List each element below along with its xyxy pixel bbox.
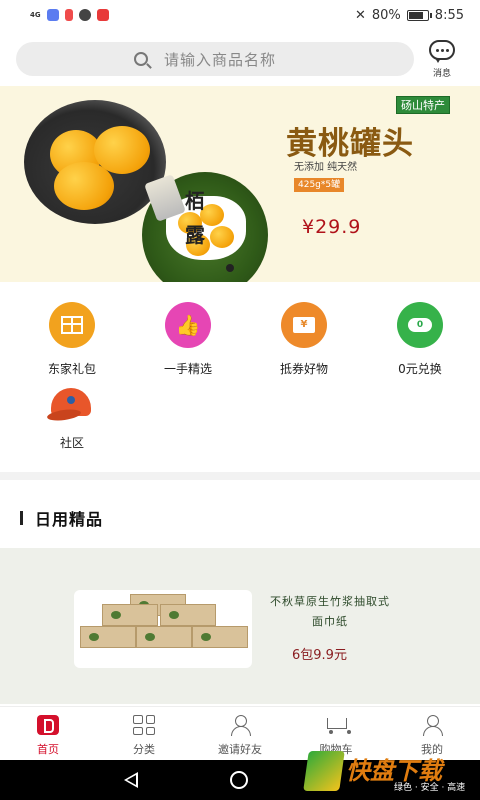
zero-yuan-icon: 0 <box>397 302 443 348</box>
header: 请输入商品名称 消息 <box>0 38 480 84</box>
product-price: 6包9.9元 <box>292 648 347 663</box>
quick-item-label: 东家礼包 <box>47 362 96 376</box>
status-right: ✕ 80% 8:55 <box>355 8 464 23</box>
tab-home[interactable]: 首页 <box>0 707 96 760</box>
cloud-icon <box>78 9 91 21</box>
category-icon <box>133 715 155 735</box>
back-icon[interactable] <box>124 772 138 788</box>
cap-icon <box>46 386 97 423</box>
battery-fill <box>408 11 423 19</box>
origin-tag: 砀山特产 <box>396 96 450 114</box>
gift-icon <box>49 302 95 348</box>
carousel-indicator <box>226 264 234 272</box>
battery-icon <box>406 9 432 21</box>
home-circle-icon[interactable] <box>230 771 248 789</box>
tab-label: 首页 <box>37 743 59 756</box>
quick-item-label: 一手精选 <box>163 362 212 376</box>
network-indicator: 4G <box>30 10 41 19</box>
product-image <box>74 590 252 668</box>
section-header: 日用精品 <box>0 498 480 538</box>
chat-bubble-icon <box>429 40 455 63</box>
section-marker <box>20 511 23 525</box>
banner-price: ¥29.9 <box>302 216 362 238</box>
cart-icon <box>324 715 351 735</box>
status-left: 4G <box>30 9 109 21</box>
watermark-logo: 快盘下载 绿色 · 安全 · 高速 <box>303 746 476 796</box>
search-input[interactable]: 请输入商品名称 <box>16 42 414 76</box>
tab-invite-friend[interactable]: 邀请好友 <box>192 707 288 760</box>
status-bar: 4G ✕ 80% 8:55 <box>0 0 480 30</box>
home-icon <box>37 715 59 735</box>
mute-icon: ✕ <box>354 7 366 23</box>
section-divider <box>0 472 480 480</box>
clock: 8:55 <box>434 7 464 23</box>
watermark-tagline: 绿色 · 安全 · 高速 <box>394 783 466 793</box>
watermark-k-icon <box>303 751 345 791</box>
profile-icon <box>422 715 443 736</box>
tab-category[interactable]: 分类 <box>96 707 192 760</box>
peach-bowl-image <box>24 100 166 224</box>
banner-title: 黄桃罐头 <box>286 126 414 162</box>
quick-item-community[interactable]: 社区 <box>22 386 122 451</box>
quick-item-gift-pack[interactable]: 东家礼包 <box>22 302 122 377</box>
promo-banner[interactable]: 栢露 砀山特产 黄桃罐头 无添加 纯天然 425g*5罐 ¥29.9 <box>0 86 480 282</box>
messages-button[interactable]: 消息 <box>424 40 460 84</box>
app-screen: 4G ✕ 80% 8:55 请输入商品名称 消息 栢露 砀山特产 黄桃罐头 无添… <box>0 0 480 800</box>
brand-calligraphy: 栢露 <box>185 189 205 247</box>
notification-app-icon-2 <box>96 9 109 21</box>
product-name: 不秋草原生竹浆抽取式面巾纸 <box>270 595 390 628</box>
battery-percent: 80% <box>371 7 401 23</box>
search-placeholder: 请输入商品名称 <box>164 50 277 69</box>
quick-item-coupon-goods[interactable]: ¥ 抵券好物 <box>254 302 354 377</box>
quick-item-label: 0元兑换 <box>398 362 442 376</box>
quick-menu: 东家礼包 👍 一手精选 ¥ 抵券好物 0 0元兑换 社区 <box>0 284 480 470</box>
banner-subtitle: 无添加 纯天然 <box>294 162 358 173</box>
banner-spec: 425g*5罐 <box>294 178 345 192</box>
quick-item-label: 社区 <box>59 436 84 450</box>
quick-item-zero-yuan[interactable]: 0 0元兑换 <box>370 302 470 377</box>
tab-label: 邀请好友 <box>218 743 262 756</box>
section-title: 日用精品 <box>35 510 104 529</box>
notification-app-icon <box>46 9 59 21</box>
quick-item-selection[interactable]: 👍 一手精选 <box>138 302 238 377</box>
location-icon <box>64 9 73 21</box>
quick-item-label: 抵券好物 <box>279 362 328 376</box>
tab-label: 分类 <box>133 743 155 756</box>
search-icon <box>134 52 148 66</box>
messages-label: 消息 <box>432 69 451 79</box>
coupon-icon: ¥ <box>281 302 327 348</box>
product-card[interactable]: 不秋草原生竹浆抽取式面巾纸 6包9.9元 <box>0 548 480 704</box>
invite-friend-icon <box>230 715 251 736</box>
thumbs-up-icon: 👍 <box>165 302 211 348</box>
